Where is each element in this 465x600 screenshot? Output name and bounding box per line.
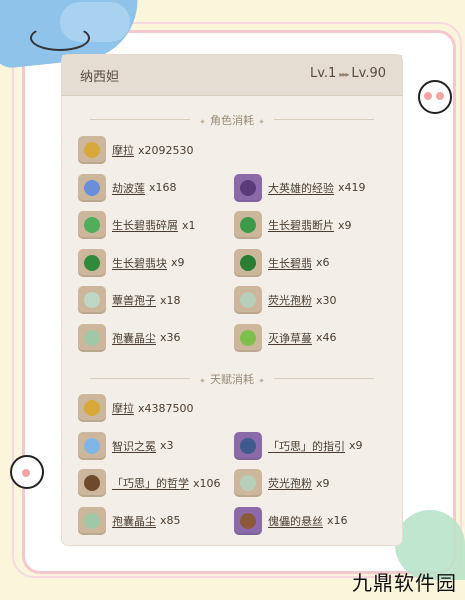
material-item[interactable]: 灭诤草蔓 x46 <box>234 323 337 353</box>
material-item[interactable]: 生长碧翡 x6 <box>234 248 330 278</box>
diamond-icon <box>259 118 264 124</box>
level-from: Lv.1 <box>310 66 337 81</box>
material-item[interactable]: 生长碧翡块 x9 <box>78 248 185 278</box>
material-name[interactable]: 蕈兽孢子 <box>112 292 156 308</box>
character-name: 纳西妲 <box>80 70 120 85</box>
material-name[interactable]: 生长碧翡断片 <box>268 217 334 233</box>
material-quantity: x30 <box>316 293 337 307</box>
material-quantity: x3 <box>160 439 174 452</box>
material-item[interactable]: 傀儡的悬丝 x16 <box>234 506 348 536</box>
material-item[interactable]: 蕈兽孢子 x18 <box>78 285 181 315</box>
nagadus-emerald-gemstone-icon <box>234 248 262 277</box>
bunny-doodle-right <box>418 80 452 114</box>
material-quantity: x106 <box>193 476 221 490</box>
material-name[interactable]: 生长碧翡 <box>268 255 312 271</box>
section-title-talent: 天赋消耗 <box>62 371 402 387</box>
material-item[interactable]: 孢囊晶尘 x36 <box>78 323 181 353</box>
material-item[interactable]: 劫波莲 x168 <box>78 173 177 203</box>
luminescent-pollen-icon <box>234 469 262 497</box>
material-quantity: x168 <box>149 181 177 194</box>
material-quantity: x85 <box>160 514 181 527</box>
material-quantity: x9 <box>338 218 352 232</box>
material-item[interactable]: 大英雄的经验 x419 <box>234 173 366 203</box>
level-range: Lv.1 ▸▸▸ Lv.90 <box>310 66 386 81</box>
material-item[interactable]: 生长碧翡碎屑 x1 <box>78 210 196 240</box>
material-item[interactable]: 孢囊晶尘 x85 <box>78 506 181 536</box>
material-quantity: x6 <box>316 256 330 269</box>
material-name[interactable]: 傀儡的悬丝 <box>268 513 323 529</box>
philosophies-of-ingenuity-icon <box>78 469 106 497</box>
material-name[interactable]: 摩拉 <box>112 142 134 158</box>
section-title-character: 角色消耗 <box>62 112 402 128</box>
mora-coin-icon <box>78 136 106 164</box>
material-name[interactable]: 摩拉 <box>112 400 134 416</box>
heros-wit-book-icon <box>234 173 262 202</box>
material-name[interactable]: 生长碧翡块 <box>112 255 167 271</box>
material-name[interactable]: 「巧思」的哲学 <box>112 475 189 491</box>
material-item[interactable]: 智识之冕 x3 <box>78 431 174 461</box>
diamond-icon <box>259 377 264 383</box>
bunny-doodle-left <box>10 455 44 489</box>
crystalline-cyst-dust-icon <box>78 506 106 535</box>
material-quantity: x9 <box>171 256 185 269</box>
crown-of-insight-icon <box>78 431 106 460</box>
diamond-icon <box>200 377 205 383</box>
mora-coin-icon <box>78 394 106 422</box>
arrow-icon: ▸▸▸ <box>339 70 349 79</box>
material-item[interactable]: 「巧思」的哲学 x106 <box>78 468 221 498</box>
quelled-creeper-icon <box>234 323 262 352</box>
luminescent-pollen-icon <box>234 286 262 314</box>
material-quantity: x36 <box>160 331 181 344</box>
material-name[interactable]: 智识之冕 <box>112 438 156 454</box>
diamond-icon <box>200 118 205 124</box>
watermark: 九鼎软件园 <box>352 571 457 595</box>
material-item[interactable]: 「巧思」的指引 x9 <box>234 431 363 461</box>
loop-doodle <box>30 25 90 51</box>
material-name[interactable]: 孢囊晶尘 <box>112 513 156 529</box>
nagadus-emerald-chunk-icon <box>78 248 106 277</box>
material-name[interactable]: 劫波莲 <box>112 180 145 196</box>
material-quantity: x46 <box>316 331 337 344</box>
material-card: 纳西妲 Lv.1 ▸▸▸ Lv.90 角色消耗 摩拉 x2092530 劫波莲 x168 大… <box>62 55 402 545</box>
material-quantity: x2092530 <box>138 143 194 157</box>
material-name[interactable]: 荧光孢粉 <box>268 292 312 308</box>
puppet-strings-icon <box>234 506 262 535</box>
nagadus-emerald-sliver-icon <box>78 211 106 239</box>
material-name[interactable]: 荧光孢粉 <box>268 475 312 491</box>
material-item[interactable]: 摩拉 x2092530 <box>78 135 194 165</box>
nagadus-emerald-fragment-icon <box>234 211 262 239</box>
card-header: 纳西妲 Lv.1 ▸▸▸ Lv.90 <box>62 55 402 96</box>
material-name[interactable]: 大英雄的经验 <box>268 180 334 196</box>
material-name[interactable]: 孢囊晶尘 <box>112 330 156 346</box>
material-quantity: x9 <box>349 439 363 452</box>
guide-to-ingenuity-icon <box>234 431 262 460</box>
material-item[interactable]: 生长碧翡断片 x9 <box>234 210 352 240</box>
material-quantity: x4387500 <box>138 401 194 415</box>
level-to: Lv.90 <box>351 66 386 81</box>
material-item[interactable]: 荧光孢粉 x30 <box>234 285 337 315</box>
material-name[interactable]: 灭诤草蔓 <box>268 330 312 346</box>
material-item[interactable]: 荧光孢粉 x9 <box>234 468 330 498</box>
material-quantity: x1 <box>182 218 196 232</box>
material-name[interactable]: 生长碧翡碎屑 <box>112 217 178 233</box>
material-name[interactable]: 「巧思」的指引 <box>268 438 345 454</box>
material-item[interactable]: 摩拉 x4387500 <box>78 393 194 423</box>
kalpalata-lotus-icon <box>78 173 106 202</box>
material-quantity: x18 <box>160 293 181 307</box>
fungal-spores-icon <box>78 286 106 314</box>
material-quantity: x9 <box>316 476 330 490</box>
crystalline-cyst-dust-icon <box>78 323 106 352</box>
material-quantity: x419 <box>338 181 366 194</box>
material-quantity: x16 <box>327 514 348 527</box>
